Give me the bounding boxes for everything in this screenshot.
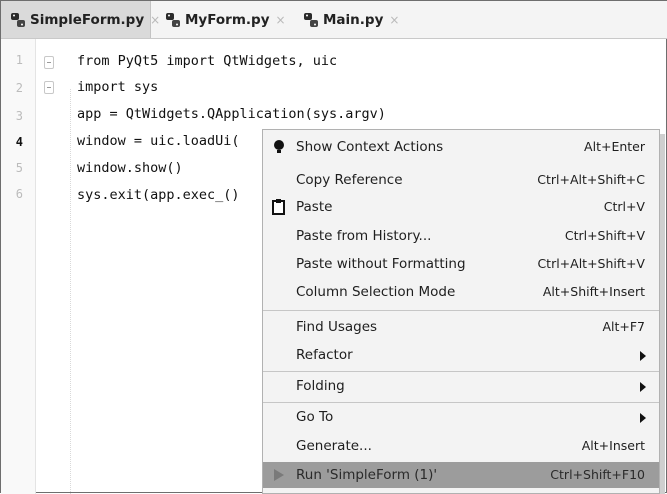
close-icon[interactable]: × — [276, 13, 286, 27]
tab-simpleform[interactable]: SimpleForm.py × — [1, 1, 160, 38]
line-number: 6 — [15, 187, 23, 201]
tab-myform[interactable]: MyForm.py × — [165, 1, 286, 38]
fold-marker-icon[interactable] — [44, 56, 54, 69]
code-line-3[interactable]: app = QtWidgets.QApplication(sys.argv) — [77, 106, 386, 122]
run-icon — [272, 467, 286, 483]
menu-item-shortcut: Ctrl+V — [603, 199, 645, 214]
tab-label: MyForm.py — [185, 11, 270, 28]
ide-editor-window: SimpleForm.py × MyForm.py × Main.py × 1 … — [0, 0, 667, 494]
menu-item-paste-without-formatting[interactable]: Paste without Formatting Ctrl+Alt+Shift+… — [263, 251, 659, 277]
menu-item-label: Paste without Formatting — [296, 256, 466, 272]
menu-item-label: Folding — [296, 378, 345, 394]
python-file-icon — [303, 12, 319, 28]
lightbulb-icon — [272, 139, 286, 155]
fold-marker-icon[interactable] — [44, 81, 54, 94]
menu-item-label: Copy Reference — [296, 172, 403, 188]
submenu-arrow-icon — [640, 351, 646, 361]
menu-item-find-usages[interactable]: Find Usages Alt+F7 — [263, 314, 659, 340]
menu-item-shortcut: Alt+F7 — [602, 319, 645, 334]
menu-item-label: Column Selection Mode — [296, 284, 456, 300]
menu-item-label: Find Usages — [296, 319, 378, 335]
menu-item-run-simpleform[interactable]: Run 'SimpleForm (1)' Ctrl+Shift+F10 — [263, 462, 659, 488]
code-line-6[interactable]: sys.exit(app.exec_() — [77, 187, 240, 203]
tab-label: SimpleForm.py — [30, 11, 145, 28]
line-number: 2 — [15, 81, 23, 95]
menu-item-go-to[interactable]: Go To — [263, 404, 659, 430]
menu-item-label: Refactor — [296, 347, 353, 363]
menu-item-shortcut: Ctrl+Alt+Shift+C — [537, 172, 645, 187]
editor-context-menu: Show Context Actions Alt+Enter Copy Refe… — [262, 129, 660, 494]
line-number: 3 — [15, 109, 23, 123]
menu-item-label: Show Context Actions — [296, 139, 444, 155]
menu-item-label: Paste — [296, 199, 333, 215]
line-number: 5 — [15, 161, 23, 175]
menu-item-shortcut: Alt+Shift+Insert — [542, 284, 645, 299]
menu-item-label: Go To — [296, 409, 334, 425]
python-file-icon — [165, 12, 181, 28]
clipboard-icon — [272, 199, 286, 215]
menu-item-shortcut: Ctrl+Alt+Shift+V — [537, 256, 645, 271]
code-line-1[interactable]: from PyQt5 import QtWidgets, uic — [77, 53, 337, 69]
editor-tab-bar: SimpleForm.py × MyForm.py × Main.py × — [1, 1, 667, 39]
menu-separator — [263, 402, 659, 403]
line-number-gutter[interactable]: 1 2 3 4 5 6 — [1, 39, 36, 494]
tab-main[interactable]: Main.py × — [303, 1, 399, 38]
menu-item-refactor[interactable]: Refactor — [263, 342, 659, 368]
menu-item-shortcut: Alt+Insert — [581, 438, 645, 453]
code-line-4[interactable]: window = uic.loadUi( — [77, 133, 240, 149]
code-line-5[interactable]: window.show() — [77, 160, 183, 176]
tab-label: Main.py — [323, 11, 384, 28]
menu-item-folding[interactable]: Folding — [263, 373, 659, 399]
close-icon[interactable]: × — [389, 13, 399, 27]
close-icon[interactable]: × — [150, 13, 160, 27]
code-line-2[interactable]: import sys — [77, 79, 158, 95]
menu-item-paste-from-history[interactable]: Paste from History... Ctrl+Shift+V — [263, 223, 659, 249]
menu-item-show-context-actions[interactable]: Show Context Actions Alt+Enter — [263, 134, 659, 160]
menu-item-label: Generate... — [296, 438, 372, 454]
menu-item-shortcut: Ctrl+Shift+V — [564, 228, 645, 243]
menu-separator — [263, 310, 659, 311]
menu-separator — [263, 371, 659, 372]
menu-item-label: Paste from History... — [296, 228, 432, 244]
menu-item-generate[interactable]: Generate... Alt+Insert — [263, 433, 659, 459]
python-file-icon — [10, 12, 26, 28]
menu-item-shortcut: Alt+Enter — [584, 139, 645, 154]
line-number-current: 4 — [15, 135, 23, 149]
menu-item-paste[interactable]: Paste Ctrl+V — [263, 194, 659, 220]
submenu-arrow-icon — [640, 382, 646, 392]
line-number: 1 — [15, 53, 23, 67]
indent-guide — [70, 89, 71, 494]
menu-item-shortcut: Ctrl+Shift+F10 — [550, 467, 645, 482]
submenu-arrow-icon — [640, 413, 646, 423]
menu-item-label: Run 'SimpleForm (1)' — [296, 467, 438, 483]
menu-item-column-selection-mode[interactable]: Column Selection Mode Alt+Shift+Insert — [263, 279, 659, 305]
menu-item-copy-reference[interactable]: Copy Reference Ctrl+Alt+Shift+C — [263, 167, 659, 193]
